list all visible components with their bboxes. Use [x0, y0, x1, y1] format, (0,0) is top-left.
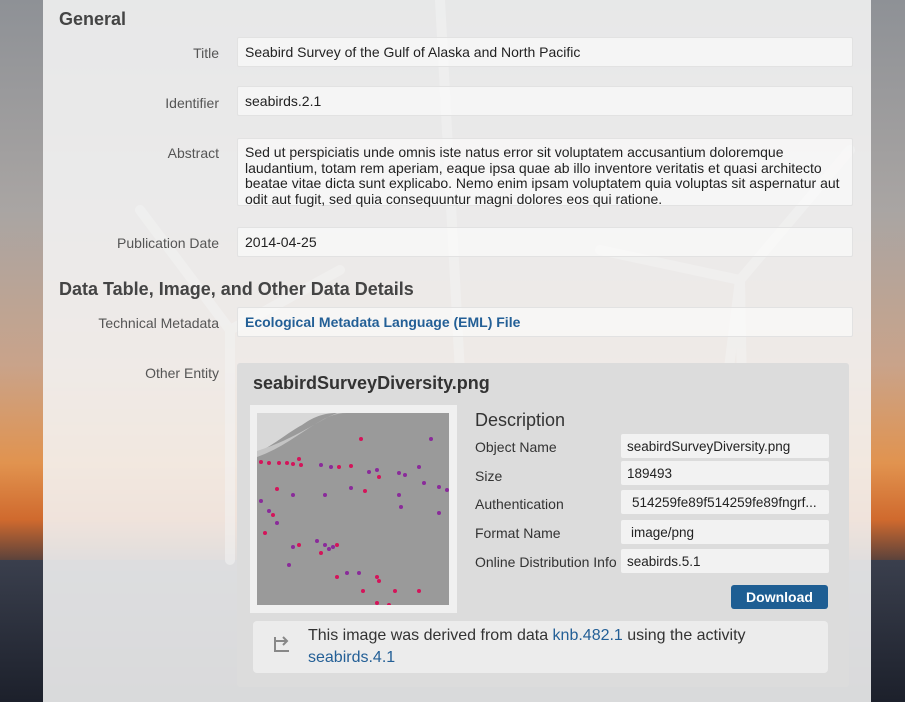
publication-date-field[interactable]: 2014-04-25	[237, 227, 853, 257]
thumbnail-point	[417, 465, 421, 469]
format-name-value[interactable]: image/png	[621, 520, 829, 544]
thumbnail-point	[291, 462, 295, 466]
thumbnail-point	[429, 437, 433, 441]
source-data-link[interactable]: knb.482.1	[553, 627, 623, 644]
entity-title: seabirdSurveyDiversity.png	[253, 373, 490, 393]
thumbnail-point	[397, 471, 401, 475]
thumbnail-point	[375, 468, 379, 472]
thumbnail-point	[403, 473, 407, 477]
provenance-box: This image was derived from data knb.482…	[253, 621, 828, 673]
thumbnail-point	[422, 481, 426, 485]
identifier-field[interactable]: seabirds.2.1	[237, 86, 853, 116]
technical-metadata-label: Technical Metadata	[98, 315, 219, 331]
object-name-label: Object Name	[475, 439, 557, 455]
activity-link[interactable]: seabirds.4.1	[308, 649, 395, 666]
thumbnail-point	[367, 470, 371, 474]
thumbnail-point	[319, 551, 323, 555]
download-button[interactable]: Download	[731, 585, 828, 609]
details-heading: Data Table, Image, and Other Data Detail…	[59, 279, 414, 299]
thumbnail-point	[363, 489, 367, 493]
thumbnail-point	[437, 485, 441, 489]
publication-date-label: Publication Date	[117, 235, 219, 251]
entity-thumbnail-frame[interactable]	[250, 405, 457, 613]
thumbnail-point	[299, 463, 303, 467]
thumbnail-cloud	[257, 413, 347, 457]
thumbnail-point	[337, 465, 341, 469]
thumbnail-point	[335, 543, 339, 547]
thumbnail-point	[445, 488, 449, 492]
thumbnail-point	[323, 493, 327, 497]
thumbnail-point	[361, 589, 365, 593]
thumbnail-point	[291, 545, 295, 549]
thumbnail-point	[275, 521, 279, 525]
thumbnail-point	[267, 461, 271, 465]
entity-thumbnail-image[interactable]	[257, 413, 449, 605]
thumbnail-point	[297, 457, 301, 461]
object-name-value[interactable]: seabirdSurveyDiversity.png	[621, 434, 829, 458]
technical-metadata-field: Ecological Metadata Language (EML) File	[237, 307, 853, 337]
thumbnail-point	[349, 464, 353, 468]
thumbnail-point	[393, 589, 397, 593]
provenance-text: This image was derived from data knb.482…	[308, 625, 808, 669]
authentication-label: Authentication	[475, 496, 564, 512]
eml-file-link[interactable]: Ecological Metadata Language (EML) File	[245, 314, 520, 330]
thumbnail-point	[377, 579, 381, 583]
thumbnail-point	[287, 563, 291, 567]
thumbnail-point	[263, 531, 267, 535]
thumbnail-point	[285, 461, 289, 465]
thumbnail-point	[387, 603, 391, 605]
thumbnail-point	[417, 589, 421, 593]
title-field[interactable]: Seabird Survey of the Gulf of Alaska and…	[237, 37, 853, 67]
title-label: Title	[193, 45, 219, 61]
provenance-text-middle: using the activity	[622, 627, 746, 644]
identifier-label: Identifier	[165, 95, 219, 111]
thumbnail-point	[275, 487, 279, 491]
thumbnail-point	[323, 543, 327, 547]
derived-from-icon	[274, 636, 289, 652]
thumbnail-point	[259, 460, 263, 464]
description-heading: Description	[475, 410, 566, 430]
authentication-value[interactable]: 514259fe89f514259fe89fngrf...	[621, 490, 829, 514]
thumbnail-point	[437, 511, 441, 515]
thumbnail-point	[397, 493, 401, 497]
size-value[interactable]: 189493	[621, 461, 829, 485]
abstract-field[interactable]: Sed ut perspiciatis unde omnis iste natu…	[237, 138, 853, 206]
size-label: Size	[475, 468, 503, 484]
provenance-text-before: This image was derived from data	[308, 627, 553, 644]
thumbnail-point	[267, 509, 271, 513]
thumbnail-point	[319, 463, 323, 467]
thumbnail-point	[399, 505, 403, 509]
thumbnail-point	[349, 486, 353, 490]
general-heading: General	[59, 9, 127, 29]
thumbnail-point	[271, 513, 275, 517]
main-panel: General Title Seabird Survey of the Gulf…	[43, 0, 871, 702]
other-entity-label: Other Entity	[145, 365, 219, 381]
thumbnail-point	[291, 493, 295, 497]
thumbnail-point	[329, 465, 333, 469]
online-distribution-label: Online Distribution Info	[475, 554, 617, 570]
thumbnail-point	[315, 539, 319, 543]
online-distribution-value[interactable]: seabirds.5.1	[621, 549, 829, 573]
other-entity-card: seabirdSurveyDiversity.png Description O…	[237, 363, 849, 687]
thumbnail-point	[357, 571, 361, 575]
thumbnail-point	[359, 437, 363, 441]
thumbnail-point	[277, 461, 281, 465]
abstract-label: Abstract	[167, 145, 219, 161]
thumbnail-point	[259, 499, 263, 503]
thumbnail-point	[335, 575, 339, 579]
thumbnail-point	[375, 601, 379, 605]
thumbnail-point	[377, 475, 381, 479]
thumbnail-point	[297, 543, 301, 547]
thumbnail-point	[345, 571, 349, 575]
format-name-label: Format Name	[475, 525, 561, 541]
